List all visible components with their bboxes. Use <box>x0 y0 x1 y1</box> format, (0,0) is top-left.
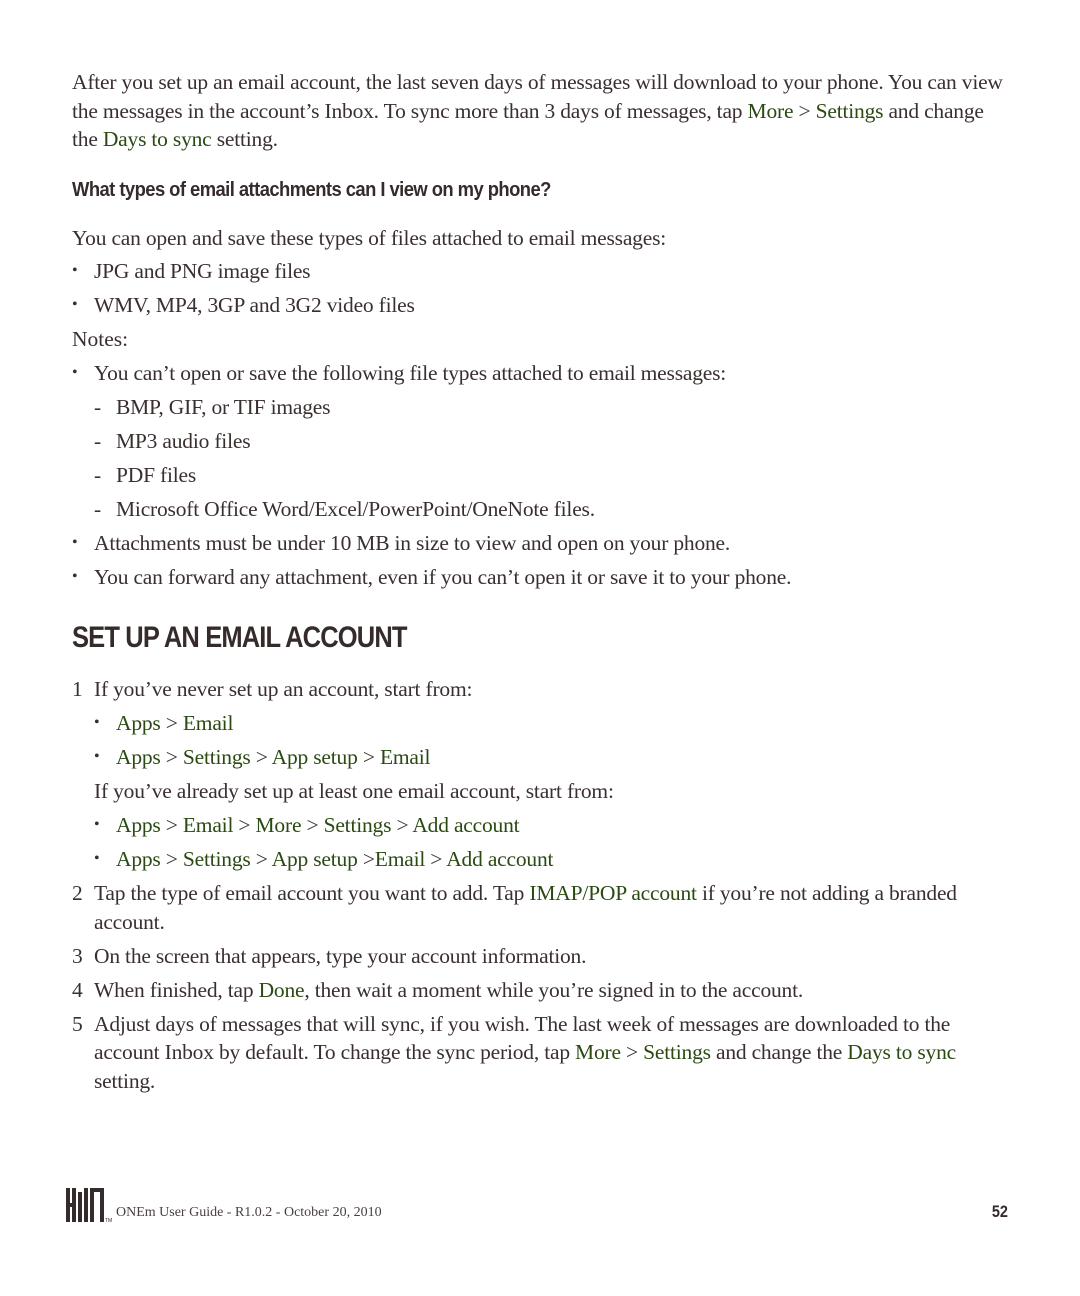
path-link-add-account: Add account <box>412 813 520 837</box>
list-item: • WMV, MP4, 3GP and 3G2 video files <box>72 291 1012 320</box>
separator: > <box>250 847 272 871</box>
path-link-app-setup: App setup <box>271 847 358 871</box>
path-link-email: Email <box>182 711 234 735</box>
path-item: • Apps > Settings > App setup >Email > Ad… <box>72 845 1012 874</box>
path-link-apps: Apps <box>116 813 161 837</box>
path-link-settings: Settings <box>182 847 251 871</box>
footer-text: ONEm User Guide - R1.0.2 - October 20, 2… <box>116 1205 382 1220</box>
bullet-icon: • <box>94 748 100 765</box>
list-item: • You can forward any attachment, even if… <box>72 563 1012 592</box>
more-link: More <box>747 98 794 123</box>
faq-lead: You can open and save these types of fil… <box>72 225 667 250</box>
bullet-icon: • <box>72 262 78 279</box>
separator: > <box>160 847 183 871</box>
page-footer: TM ONEm User Guide - R1.0.2 - October 20… <box>66 1188 1008 1228</box>
bullet-icon: • <box>94 714 100 731</box>
settings-link: Settings <box>815 98 884 123</box>
faq-heading: What types of email attachments can I vi… <box>72 178 551 201</box>
separator: > <box>160 813 183 837</box>
separator: > <box>425 847 447 871</box>
step-1-text2: If you’ve already set up at least one em… <box>94 779 614 803</box>
step-3: 3 On the screen that appears, type your a… <box>72 943 587 968</box>
bullet-icon: • <box>94 816 100 833</box>
separator: > <box>250 745 272 769</box>
separator: > <box>391 813 413 837</box>
separator: > <box>301 813 324 837</box>
section-title: SET UP AN EMAIL ACCOUNT <box>72 621 407 654</box>
svg-text:TM: TM <box>105 1218 112 1224</box>
days-to-sync-link: Days to sync <box>847 1040 956 1064</box>
path-link-apps: Apps <box>116 711 161 735</box>
path-link-email: Email <box>379 745 431 769</box>
notes-label: Notes: <box>72 327 129 351</box>
settings-link: Settings <box>643 1040 711 1064</box>
bullet-icon: • <box>72 363 78 381</box>
bullet-icon: • <box>72 296 78 313</box>
sub-list-item: - BMP, GIF, or TIF images <box>94 394 331 419</box>
list-item: • JPG and PNG image files <box>72 257 1012 286</box>
done-link: Done <box>258 977 305 1002</box>
step-2: 2 Tap the type of email account you want … <box>72 881 957 934</box>
page-number: 52 <box>991 1202 1008 1221</box>
path-link-settings: Settings <box>323 813 392 837</box>
step-5: 5 Adjust days of messages that will sync,… <box>72 1011 956 1093</box>
sub-list-item: - Microsoft Office Word/Excel/PowerPoint/… <box>94 496 595 521</box>
step-1: 1 If you’ve never set up an account, star… <box>72 677 473 701</box>
list-item: • You can’t open or save the following fi… <box>72 359 1012 388</box>
path-item: • Apps > Email <box>72 709 1012 738</box>
list-item: • Attachments must be under 10 MB in size… <box>72 529 1012 558</box>
step-4: 4 When finished, tap Done, then wait a mo… <box>72 977 804 1002</box>
path-link-settings: Settings <box>182 745 251 769</box>
bullet-icon: • <box>72 567 78 585</box>
path-link-add-account: Add account <box>446 847 554 871</box>
separator: > <box>233 813 256 837</box>
path-link-email: Email <box>182 813 234 837</box>
separator: > <box>160 711 183 735</box>
sub-list-item: - PDF files <box>94 462 197 487</box>
path-link-email: Email <box>374 847 426 871</box>
more-link: More <box>575 1040 621 1064</box>
path-link-apps: Apps <box>116 745 161 769</box>
bullet-icon: • <box>94 850 100 867</box>
imap-pop-link: IMAP/POP account <box>529 881 697 905</box>
separator: > <box>160 745 183 769</box>
sub-list-item: - MP3 audio files <box>94 428 251 453</box>
path-item: • Apps > Email > More > Settings > Add ac… <box>72 811 1012 840</box>
path-link-more: More <box>255 813 302 837</box>
document-page: After you set up an email account, the l… <box>72 64 1012 1101</box>
kin-logo-icon: TM <box>66 1188 112 1224</box>
separator: > <box>357 847 375 871</box>
path-link-apps: Apps <box>116 847 161 871</box>
path-link-app-setup: App setup <box>271 745 358 769</box>
separator: > <box>357 745 380 769</box>
path-item: • Apps > Settings > App setup > Email <box>72 743 1012 772</box>
bullet-icon: • <box>72 533 78 551</box>
days-to-sync-link: Days to sync <box>102 127 212 151</box>
intro-paragraph: After you set up an email account, the l… <box>72 70 1003 151</box>
